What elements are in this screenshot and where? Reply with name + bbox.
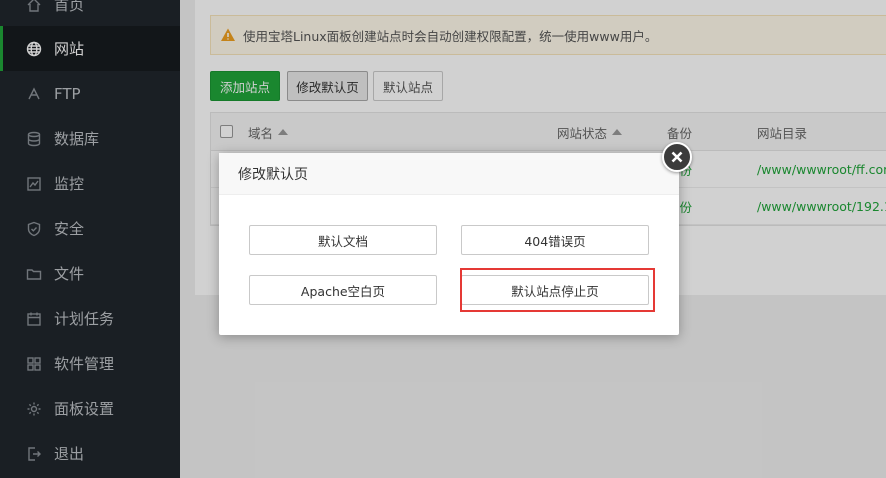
- close-button[interactable]: [662, 142, 692, 172]
- dialog-title: 修改默认页: [219, 153, 679, 195]
- default-document-button[interactable]: 默认文档: [249, 225, 437, 255]
- highlight-box: [460, 268, 655, 312]
- modify-default-page-dialog: 修改默认页 默认文档 404错误页 Apache空白页 默认站点停止页: [219, 142, 692, 335]
- apache-blank-page-button[interactable]: Apache空白页: [249, 275, 437, 305]
- close-icon: [671, 151, 683, 163]
- error-404-page-button[interactable]: 404错误页: [461, 225, 649, 255]
